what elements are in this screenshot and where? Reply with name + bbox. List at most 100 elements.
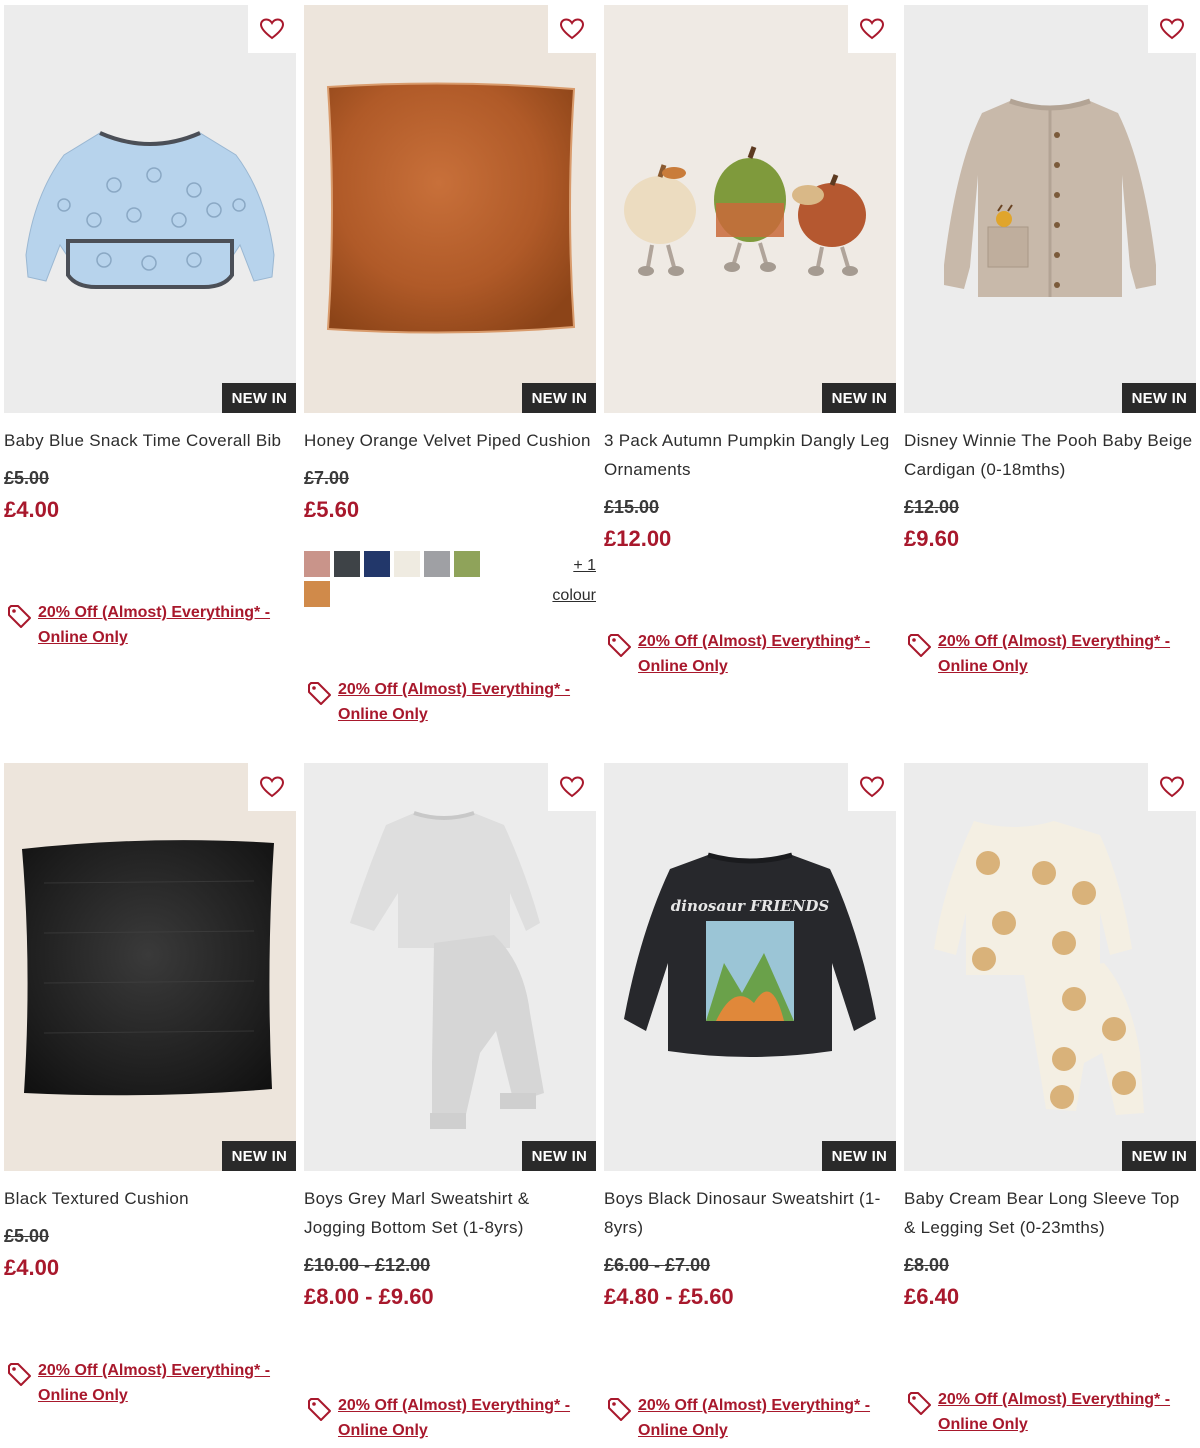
product-title[interactable]: Boys Grey Marl Sweatshirt & Jogging Bott… (304, 1184, 596, 1242)
wishlist-button[interactable] (548, 5, 596, 53)
product-card[interactable]: NEW IN Baby Blue Snack Time Coverall Bib… (4, 5, 296, 646)
orange-velvet-cushion-image (326, 82, 576, 334)
promo-link[interactable]: 20% Off (Almost) Everything* - Online On… (638, 629, 878, 679)
promo-link[interactable]: 20% Off (Almost) Everything* - Online On… (938, 629, 1178, 679)
wishlist-button[interactable] (1148, 763, 1196, 811)
promo-link[interactable]: 20% Off (Almost) Everything* - Online On… (338, 677, 578, 727)
new-in-badge: NEW IN (821, 1141, 896, 1171)
heart-icon (860, 18, 884, 40)
colour-swatch[interactable] (454, 551, 480, 577)
sale-price: £8.00 - £9.60 (304, 1284, 434, 1309)
original-price: £10.00 - £12.00 (304, 1255, 431, 1275)
promo-row: 20% Off (Almost) Everything* - Online On… (904, 1387, 1178, 1437)
promo-link[interactable]: 20% Off (Almost) Everything* - Online On… (938, 1387, 1178, 1437)
wishlist-button[interactable] (848, 763, 896, 811)
product-image[interactable]: dinosaur FRIENDS NEW IN (604, 763, 896, 1171)
promo-row: 20% Off (Almost) Everything* - Online On… (904, 629, 1178, 679)
product-title[interactable]: Baby Blue Snack Time Coverall Bib (4, 426, 296, 455)
black-dinosaur-sweatshirt-image: dinosaur FRIENDS (624, 852, 876, 1057)
colour-swatch[interactable] (424, 551, 450, 577)
new-in-badge: NEW IN (1121, 383, 1196, 413)
heart-icon (260, 18, 284, 40)
new-in-badge: NEW IN (221, 383, 296, 413)
colour-swatch[interactable] (304, 581, 330, 607)
promo-row: 20% Off (Almost) Everything* - Online On… (604, 629, 878, 679)
original-price: £15.00 (604, 497, 660, 517)
sale-price: £5.60 (304, 497, 360, 522)
promo-row: 20% Off (Almost) Everything* - Online On… (604, 1393, 878, 1443)
colour-swatch[interactable] (334, 551, 360, 577)
sale-price: £4.80 - £5.60 (604, 1284, 734, 1309)
promo-row: 20% Off (Almost) Everything* - Online On… (304, 677, 578, 727)
price-tag-icon (308, 1398, 331, 1421)
product-card[interactable]: NEW IN Disney Winnie The Pooh Baby Beige… (904, 5, 1196, 675)
product-image[interactable]: NEW IN (604, 5, 896, 413)
promo-row: 20% Off (Almost) Everything* - Online On… (4, 1358, 278, 1408)
product-image[interactable]: NEW IN (4, 763, 296, 1171)
colour-swatches: + 1 colour (304, 551, 596, 611)
grey-marl-set-image (350, 811, 544, 1129)
wishlist-button[interactable] (848, 5, 896, 53)
price-tag-icon (8, 605, 31, 628)
product-title[interactable]: Disney Winnie The Pooh Baby Beige Cardig… (904, 426, 1196, 484)
product-title[interactable]: 3 Pack Autumn Pumpkin Dangly Leg Ornamen… (604, 426, 896, 484)
product-image[interactable]: NEW IN (904, 5, 1196, 413)
promo-link[interactable]: 20% Off (Almost) Everything* - Online On… (638, 1393, 878, 1443)
heart-icon (1160, 18, 1184, 40)
product-title[interactable]: Black Textured Cushion (4, 1184, 296, 1213)
heart-icon (560, 776, 584, 798)
price-tag-icon (908, 1392, 931, 1415)
price-tag-icon (8, 1363, 31, 1386)
product-title[interactable]: Baby Cream Bear Long Sleeve Top & Leggin… (904, 1184, 1196, 1242)
colour-swatch[interactable] (394, 551, 420, 577)
product-card[interactable]: dinosaur FRIENDS NEW IN Boys Black Dinos… (604, 763, 896, 1439)
new-in-badge: NEW IN (821, 383, 896, 413)
price-tag-icon (908, 634, 931, 657)
wishlist-button[interactable] (548, 763, 596, 811)
product-title[interactable]: Honey Orange Velvet Piped Cushion (304, 426, 596, 455)
original-price: £5.00 (4, 1226, 50, 1246)
black-cushion-image (22, 840, 274, 1096)
promo-row: 20% Off (Almost) Everything* - Online On… (4, 600, 278, 650)
wishlist-button[interactable] (248, 5, 296, 53)
product-card[interactable]: NEW IN 3 Pack Autumn Pumpkin Dangly Leg … (604, 5, 896, 675)
product-title[interactable]: Boys Black Dinosaur Sweatshirt (1-8yrs) (604, 1184, 896, 1242)
colour-swatch[interactable] (304, 551, 330, 577)
promo-link[interactable]: 20% Off (Almost) Everything* - Online On… (338, 1393, 578, 1443)
print-text: dinosaur FRIENDS (671, 897, 830, 915)
sale-price: £12.00 (604, 526, 672, 551)
product-card[interactable]: NEW IN Honey Orange Velvet Piped Cushion… (304, 5, 596, 723)
promo-link[interactable]: 20% Off (Almost) Everything* - Online On… (38, 1358, 278, 1408)
more-colours-link[interactable]: + 1 colour (536, 551, 596, 611)
new-in-badge: NEW IN (221, 1141, 296, 1171)
sale-price: £4.00 (4, 497, 60, 522)
product-card[interactable]: NEW IN Boys Grey Marl Sweatshirt & Joggi… (304, 763, 596, 1439)
sale-price: £4.00 (4, 1255, 60, 1280)
product-image[interactable]: NEW IN (904, 763, 1196, 1171)
pumpkin-ornaments-image (624, 146, 866, 276)
price-tag-icon (308, 682, 331, 705)
heart-icon (560, 18, 584, 40)
product-image[interactable]: NEW IN (304, 5, 596, 413)
colour-swatch[interactable] (364, 551, 390, 577)
product-card[interactable]: NEW IN Baby Cream Bear Long Sleeve Top &… (904, 763, 1196, 1433)
new-in-badge: NEW IN (521, 383, 596, 413)
promo-link[interactable]: 20% Off (Almost) Everything* - Online On… (38, 600, 278, 650)
new-in-badge: NEW IN (521, 1141, 596, 1171)
wishlist-button[interactable] (248, 763, 296, 811)
product-card[interactable]: NEW IN Black Textured Cushion £5.00 £4.0… (4, 763, 296, 1404)
original-price: £8.00 (904, 1255, 950, 1275)
original-price: £6.00 - £7.00 (604, 1255, 711, 1275)
price-tag-icon (608, 634, 631, 657)
promo-row: 20% Off (Almost) Everything* - Online On… (304, 1393, 578, 1443)
price-tag-icon (608, 1398, 631, 1421)
wishlist-button[interactable] (1148, 5, 1196, 53)
new-in-badge: NEW IN (1121, 1141, 1196, 1171)
product-image[interactable]: NEW IN (304, 763, 596, 1171)
heart-icon (1160, 776, 1184, 798)
original-price: £5.00 (4, 468, 50, 488)
product-image[interactable]: NEW IN (4, 5, 296, 413)
original-price: £12.00 (904, 497, 960, 517)
sale-price: £6.40 (904, 1284, 960, 1309)
blue-coverall-bib-image (25, 131, 275, 289)
